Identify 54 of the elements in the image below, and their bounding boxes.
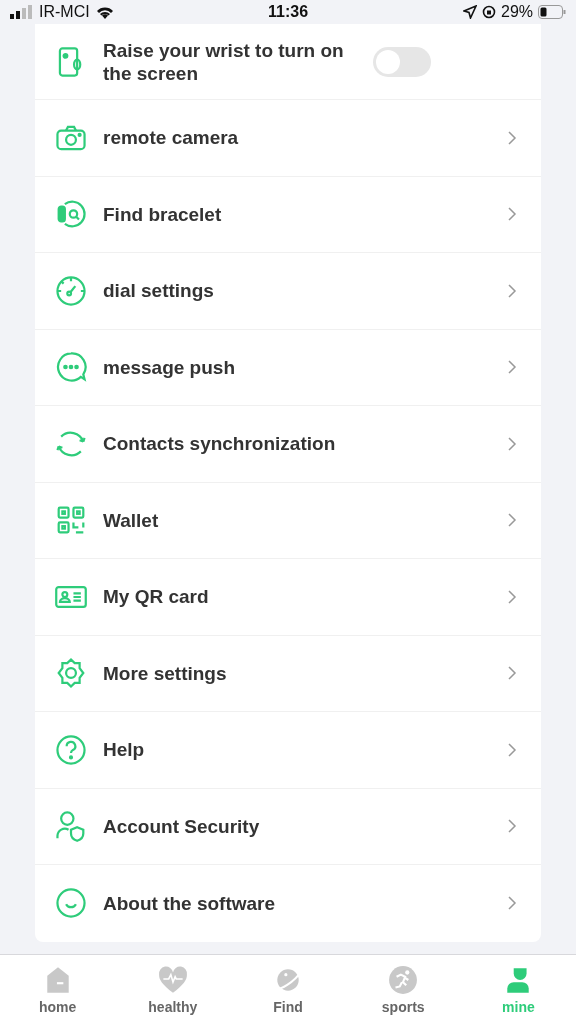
settings-row[interactable]: About the software — [35, 865, 541, 942]
tab[interactable]: sports — [345, 955, 461, 1024]
chevron-icon — [507, 818, 517, 835]
toggle-switch[interactable] — [373, 46, 431, 77]
settings-row[interactable]: Help — [35, 712, 541, 789]
chevron-icon — [507, 129, 517, 146]
setting-label: About the software — [103, 891, 277, 915]
location-icon — [463, 5, 477, 19]
tab[interactable]: home — [0, 955, 116, 1024]
chevron-icon — [507, 435, 517, 452]
carrier-name: IR-MCI — [39, 3, 90, 21]
battery-icon — [538, 5, 566, 19]
setting-label: Raise your wrist to turn on the screen — [103, 38, 345, 85]
heart-pulse-icon — [157, 964, 188, 995]
tab[interactable]: Find — [230, 955, 346, 1024]
chevron-icon — [507, 282, 517, 299]
settings-row[interactable]: Wallet — [35, 482, 541, 559]
user-shield-icon — [55, 810, 87, 843]
chevron-icon — [507, 359, 517, 376]
chevron-icon — [507, 741, 517, 758]
setting-label: remote camera — [103, 126, 240, 150]
settings-row[interactable]: Contacts synchronization — [35, 406, 541, 483]
settings-row[interactable]: Account Security — [35, 788, 541, 865]
setting-label: message push — [103, 355, 236, 379]
setting-label: Find bracelet — [103, 202, 223, 226]
tab[interactable]: healthy — [115, 955, 231, 1024]
chevron-icon — [507, 206, 517, 223]
settings-row[interactable]: Find bracelet — [35, 176, 541, 253]
chat-icon — [55, 351, 87, 384]
settings-row[interactable]: message push — [35, 329, 541, 406]
smile-bubble-icon — [55, 887, 87, 920]
settings-icon — [55, 657, 87, 690]
setting-label: Wallet — [103, 508, 160, 532]
runner-icon — [388, 964, 419, 995]
setting-label: Help — [103, 738, 146, 762]
chevron-icon — [507, 665, 517, 682]
setting-label: Account Security — [103, 814, 261, 838]
chevron-icon — [507, 512, 517, 529]
settings-row[interactable]: dial settings — [35, 253, 541, 330]
settings-row[interactable]: My QR card — [35, 559, 541, 636]
help-icon — [55, 733, 87, 766]
setting-label: More settings — [103, 661, 228, 685]
setting-label: dial settings — [103, 279, 215, 303]
rotation-lock-icon — [482, 5, 496, 19]
clock-time: 11:36 — [268, 3, 309, 21]
settings-row[interactable]: remote camera — [35, 100, 541, 177]
settings-row[interactable]: More settings — [35, 635, 541, 712]
chevron-icon — [507, 895, 517, 912]
battery-percent: 29% — [501, 3, 533, 21]
gauge-icon — [55, 274, 87, 307]
setting-label: My QR card — [103, 585, 210, 609]
setting-label: Contacts synchronization — [103, 432, 337, 456]
chevron-icon — [507, 588, 517, 605]
signal-icon — [10, 5, 34, 19]
